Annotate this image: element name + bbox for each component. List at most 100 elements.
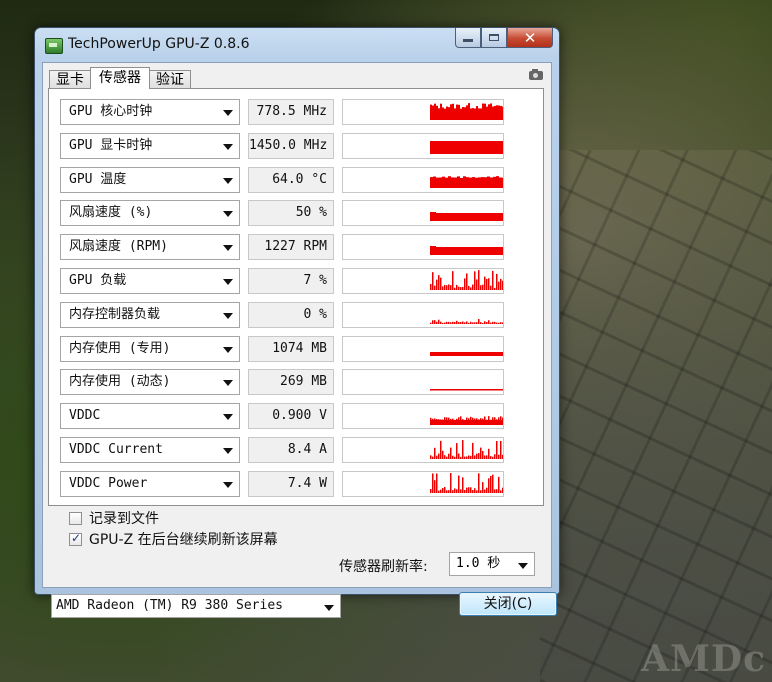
sensor-select[interactable]: 内存使用 (动态) bbox=[60, 369, 240, 396]
sensor-graph bbox=[342, 437, 504, 463]
sensor-select[interactable]: GPU 负载 bbox=[60, 268, 240, 294]
chevron-down-icon bbox=[223, 143, 233, 150]
sensor-row: 内存使用 (动态) 269 MB bbox=[60, 369, 520, 396]
sensor-select[interactable]: GPU 核心时钟 bbox=[60, 99, 240, 125]
sensor-select[interactable]: VDDC Current bbox=[60, 437, 240, 463]
sensor-name: GPU 显卡时钟 bbox=[69, 137, 153, 153]
sensor-select[interactable]: GPU 显卡时钟 bbox=[60, 132, 240, 159]
sensor-select[interactable]: 内存控制器负载 bbox=[60, 301, 240, 328]
chevron-down-icon bbox=[518, 563, 528, 569]
chevron-down-icon bbox=[223, 312, 233, 319]
sensors-panel: GPU 核心时钟 778.5 MHz GPU 显卡时钟 1450.0 MHz GPU 温… bbox=[48, 88, 544, 506]
screenshot-camera-icon[interactable] bbox=[529, 69, 543, 80]
chevron-down-icon bbox=[223, 245, 233, 252]
sensor-select[interactable]: 风扇速度 (RPM) bbox=[60, 234, 240, 261]
refresh-rate-label: 传感器刷新率: bbox=[339, 559, 428, 575]
chevron-down-icon bbox=[223, 177, 233, 184]
sensor-value: 8.4 A bbox=[248, 437, 334, 463]
sensor-name: 内存使用 (动态) bbox=[69, 374, 171, 390]
sensor-graph bbox=[342, 369, 504, 396]
maximize-button[interactable] bbox=[481, 28, 507, 48]
sensor-value: 7.4 W bbox=[248, 470, 334, 497]
sensor-name: VDDC bbox=[69, 408, 101, 424]
chevron-down-icon bbox=[223, 448, 233, 454]
sensor-value: 1074 MB bbox=[248, 335, 334, 362]
log-to-file-label: 记录到文件 bbox=[89, 511, 159, 527]
sensor-name: 风扇速度 (RPM) bbox=[69, 239, 168, 255]
window-title: TechPowerUp GPU-Z 0.8.6 bbox=[68, 36, 250, 52]
window-client-area: 显卡 传感器 验证 GPU 核心时钟 778.5 MHz GPU 显卡时钟 1450.… bbox=[42, 62, 557, 618]
sensor-value: 778.5 MHz bbox=[248, 99, 334, 125]
sensor-row: 内存控制器负载 0 % bbox=[60, 301, 520, 328]
minimize-button[interactable] bbox=[455, 28, 481, 48]
sensor-graph bbox=[342, 403, 504, 430]
sensor-row: GPU 核心时钟 778.5 MHz bbox=[60, 99, 520, 125]
sensor-graph bbox=[342, 166, 504, 193]
sensor-graph bbox=[342, 470, 504, 497]
sensor-value: 64.0 °C bbox=[248, 166, 334, 193]
log-to-file-checkbox[interactable] bbox=[69, 512, 82, 525]
sensor-row: GPU 显卡时钟 1450.0 MHz bbox=[60, 132, 520, 159]
close-icon: ✕ bbox=[523, 28, 537, 47]
wallpaper-watermark: AMDc bbox=[641, 638, 766, 680]
close-window-button[interactable]: ✕ bbox=[507, 28, 553, 48]
sensor-row: 风扇速度 (RPM) 1227 RPM bbox=[60, 234, 520, 261]
sensor-select[interactable]: 风扇速度 (%) bbox=[60, 200, 240, 227]
sensor-value: 269 MB bbox=[248, 369, 334, 396]
sensor-value: 1450.0 MHz bbox=[248, 132, 334, 159]
chevron-down-icon bbox=[223, 110, 233, 116]
sensor-select[interactable]: VDDC bbox=[60, 403, 240, 430]
sensor-name: VDDC Power bbox=[69, 475, 148, 491]
sensor-name: GPU 温度 bbox=[69, 171, 127, 187]
tab-validation[interactable]: 验证 bbox=[149, 70, 191, 89]
sensor-row: GPU 温度 64.0 °C bbox=[60, 166, 520, 193]
chevron-down-icon bbox=[223, 414, 233, 421]
sensor-graph bbox=[342, 335, 504, 362]
chevron-down-icon bbox=[223, 481, 233, 488]
chevron-down-icon bbox=[223, 346, 233, 353]
sensor-row: GPU 负载 7 % bbox=[60, 268, 520, 294]
sensor-graph bbox=[342, 234, 504, 261]
sensor-name: 内存控制器负载 bbox=[69, 306, 161, 322]
sensor-row: 风扇速度 (%) 50 % bbox=[60, 200, 520, 227]
sensor-value: 0 % bbox=[248, 301, 334, 328]
sensor-value: 7 % bbox=[248, 268, 334, 294]
close-button[interactable]: 关闭(C) bbox=[459, 592, 557, 616]
gpuz-app-icon[interactable] bbox=[45, 38, 63, 54]
sensor-graph bbox=[342, 99, 504, 125]
gpu-select[interactable]: AMD Radeon (TM) R9 380 Series bbox=[51, 594, 341, 618]
sensor-select[interactable]: GPU 温度 bbox=[60, 166, 240, 193]
minimize-icon bbox=[463, 39, 473, 42]
gpu-select-value: AMD Radeon (TM) R9 380 Series bbox=[56, 598, 283, 613]
sensor-value: 0.900 V bbox=[248, 403, 334, 430]
chevron-down-icon bbox=[223, 211, 233, 218]
tab-sensors[interactable]: 传感器 bbox=[90, 67, 150, 89]
sensor-select[interactable]: VDDC Power bbox=[60, 470, 240, 497]
chevron-down-icon bbox=[223, 279, 233, 285]
sensor-name: 风扇速度 (%) bbox=[69, 205, 153, 221]
sensor-name: GPU 核心时钟 bbox=[69, 104, 153, 119]
chevron-down-icon bbox=[223, 380, 233, 387]
gpuz-window: TechPowerUp GPU-Z 0.8.6 ✕ 显卡 传感器 验证 GPU … bbox=[34, 27, 560, 618]
continue-refresh-label: GPU-Z 在后台继续刷新该屏幕 bbox=[89, 532, 278, 548]
sensor-select[interactable]: 内存使用 (专用) bbox=[60, 335, 240, 362]
sensor-row: VDDC Current 8.4 A bbox=[60, 437, 520, 463]
refresh-rate-value: 1.0 秒 bbox=[456, 556, 501, 571]
sensor-graph bbox=[342, 200, 504, 227]
chevron-down-icon bbox=[324, 605, 334, 611]
caption-buttons: ✕ bbox=[455, 28, 553, 50]
sensor-name: GPU 负载 bbox=[69, 273, 127, 288]
sensor-row: 内存使用 (专用) 1074 MB bbox=[60, 335, 520, 362]
tab-strip: 显卡 传感器 验证 bbox=[49, 67, 191, 89]
continue-refresh-checkbox[interactable] bbox=[69, 531, 82, 546]
tab-graphics-card[interactable]: 显卡 bbox=[49, 70, 91, 89]
sensor-name: 内存使用 (专用) bbox=[69, 340, 171, 356]
sensor-graph bbox=[342, 268, 504, 294]
wallpaper-stone-path bbox=[540, 150, 772, 682]
sensor-graph bbox=[342, 132, 504, 159]
title-bar[interactable]: TechPowerUp GPU-Z 0.8.6 ✕ bbox=[35, 28, 559, 60]
maximize-icon bbox=[489, 34, 499, 41]
sensor-row: VDDC 0.900 V bbox=[60, 403, 520, 430]
refresh-rate-select[interactable]: 1.0 秒 bbox=[449, 552, 535, 576]
sensor-value: 50 % bbox=[248, 200, 334, 227]
